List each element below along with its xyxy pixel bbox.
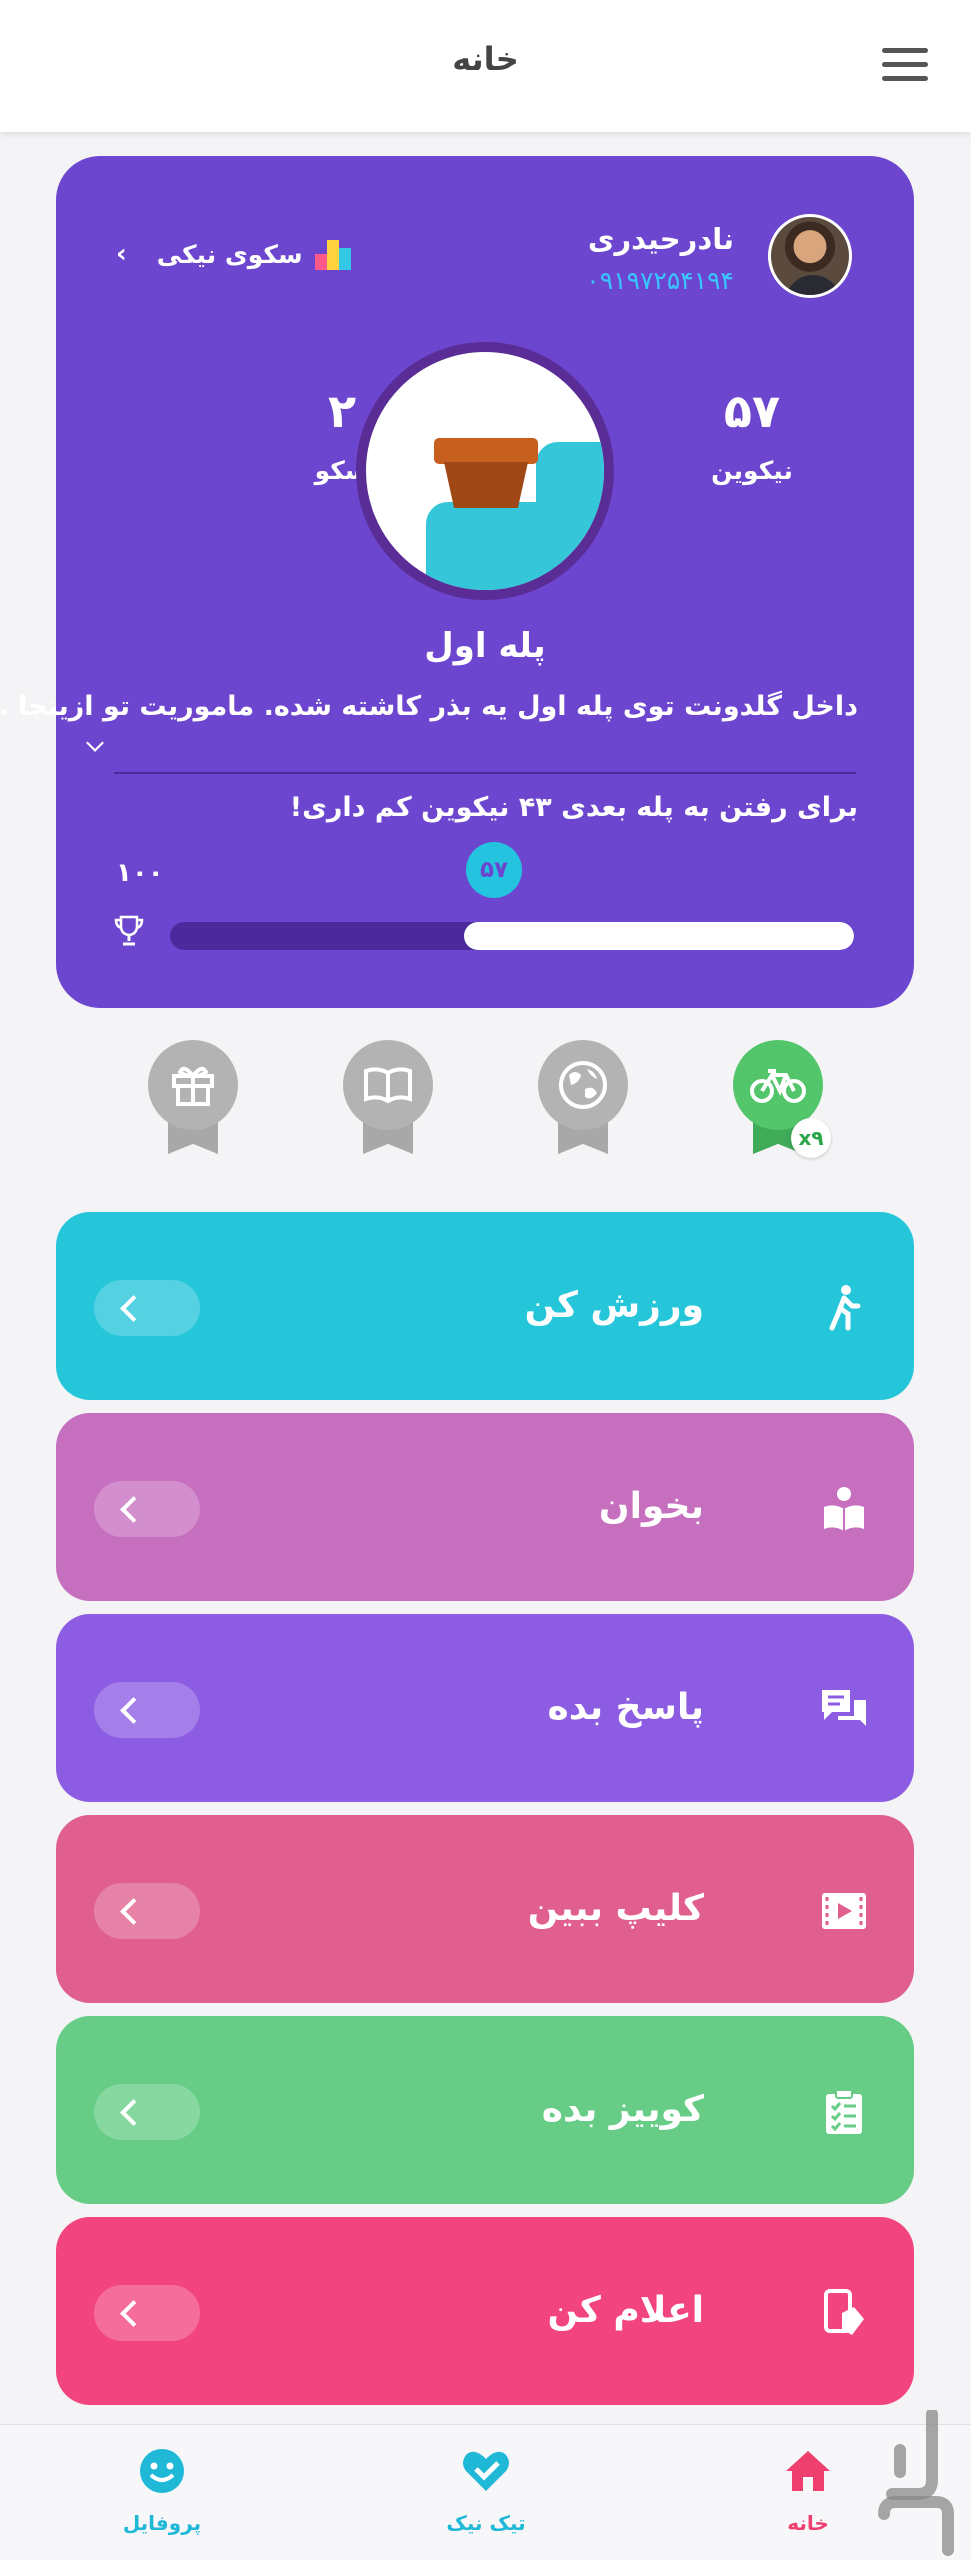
coins-value: ۵۷ <box>723 384 781 438</box>
action-arrow-button[interactable] <box>94 1682 200 1738</box>
progress-current-badge: ۵۷ <box>466 842 522 898</box>
podium-icon <box>314 238 351 270</box>
leaderboard-label: سکوی نیکی <box>156 239 303 269</box>
progress-bar <box>170 922 854 950</box>
action-label: کلیپ ببین <box>527 1888 704 1929</box>
chat-answer-icon <box>822 1690 866 1726</box>
app-bar: خانه <box>0 0 971 132</box>
smiley-icon <box>140 2449 184 2493</box>
nav-profile[interactable]: پروفایل <box>82 2445 242 2535</box>
badges-row: x۹ <box>0 1040 971 1170</box>
page-title: خانه <box>452 40 519 78</box>
home-icon <box>786 2451 830 2491</box>
badge-multiplier: x۹ <box>791 1118 831 1158</box>
stage-illustration <box>356 342 614 600</box>
action-announce[interactable]: اعلام کن <box>56 2217 914 2405</box>
action-label: ورزش کن <box>524 1285 704 1326</box>
badge-book[interactable] <box>343 1040 433 1170</box>
action-read[interactable]: بخوان <box>56 1413 914 1601</box>
globe-icon <box>559 1061 607 1109</box>
user-name: نادرحیدری <box>587 222 734 256</box>
menu-icon[interactable] <box>882 48 928 82</box>
progress-max: ۱۰۰ <box>116 858 164 888</box>
chevron-down-icon[interactable] <box>86 734 104 752</box>
stage-card: نادرحیدری ۰۹۱۹۷۲۵۴۱۹۴ ‹ سکوی نیکی ۵۷ نیک… <box>0 156 914 1008</box>
action-answer[interactable]: پاسخ بده <box>56 1614 914 1802</box>
leaderboard-link[interactable]: ‹ سکوی نیکی <box>116 238 351 270</box>
action-arrow-button[interactable] <box>94 1883 200 1939</box>
nav-home-label: خانه <box>787 2511 829 2535</box>
trophy-icon <box>114 915 144 946</box>
user-phone: ۰۹۱۹۷۲۵۴۱۹۴ <box>586 266 734 295</box>
action-label: پاسخ بده <box>547 1687 704 1728</box>
nav-tick-label: تیک نیک <box>446 2511 526 2535</box>
action-quiz[interactable]: کوییز بده <box>56 2016 914 2204</box>
heart-check-icon <box>463 2451 509 2491</box>
store-logo-watermark <box>878 2410 954 2556</box>
badge-globe[interactable] <box>538 1040 628 1170</box>
action-arrow-button[interactable] <box>94 2084 200 2140</box>
next-stage-message: برای رفتن به پله بعدی ۴۳ نیکوین کم داری! <box>289 792 858 823</box>
action-label: اعلام کن <box>547 2290 704 2331</box>
action-label: کوییز بده <box>541 2089 704 2130</box>
nav-profile-label: پروفایل <box>122 2511 202 2535</box>
stage-title: پله اول <box>424 626 546 666</box>
stage-description: داخل گلدونت توی پله اول یه بذر کاشته شده… <box>0 691 858 722</box>
video-clip-icon <box>822 1893 866 1929</box>
chevron-left-icon: ‹ <box>116 239 127 269</box>
progress-fill <box>464 922 854 950</box>
nav-home[interactable]: خانه <box>728 2445 888 2535</box>
flower-pot-icon <box>434 438 538 464</box>
action-exercise[interactable]: ورزش کن <box>56 1212 914 1400</box>
avatar[interactable] <box>768 214 852 298</box>
walking-person-icon <box>829 1285 861 1331</box>
book-icon <box>364 1067 412 1104</box>
quiz-clipboard-icon <box>826 2089 862 2134</box>
action-watch-clip[interactable]: کلیپ ببین <box>56 1815 914 2003</box>
badge-bicycle[interactable]: x۹ <box>733 1040 831 1170</box>
divider <box>114 772 856 774</box>
phone-announce-icon <box>824 2289 864 2335</box>
gift-icon <box>172 1066 214 1106</box>
coins-label: نیکوین <box>711 456 793 485</box>
bicycle-icon <box>750 1069 806 1103</box>
reading-person-icon <box>824 1487 864 1531</box>
bottom-navigation: خانه تیک نیک پروفایل <box>0 2424 971 2560</box>
nav-tick-nik[interactable]: تیک نیک <box>406 2445 566 2535</box>
action-arrow-button[interactable] <box>94 1481 200 1537</box>
action-arrow-button[interactable] <box>94 2285 200 2341</box>
action-arrow-button[interactable] <box>94 1280 200 1336</box>
action-label: بخوان <box>598 1486 704 1527</box>
badge-gift[interactable] <box>148 1040 238 1170</box>
